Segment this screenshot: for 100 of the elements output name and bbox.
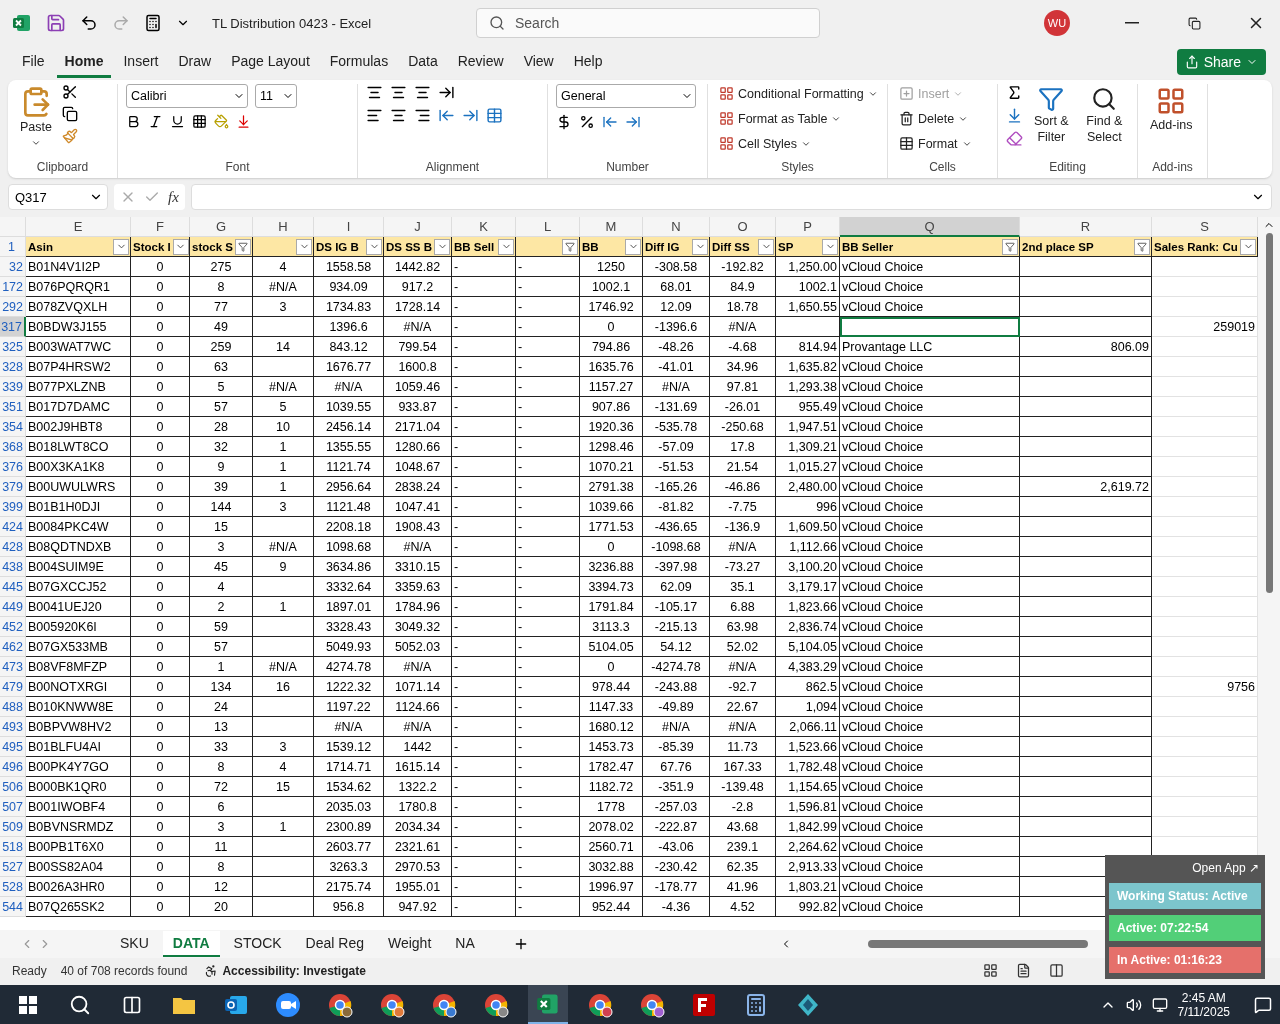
row-header[interactable]: 495 — [0, 737, 26, 757]
insert-function-button[interactable]: fx — [168, 188, 179, 206]
network-icon[interactable] — [1151, 996, 1168, 1013]
ribbon-tab[interactable]: View — [515, 46, 562, 78]
align-left-icon[interactable] — [366, 107, 383, 124]
column-header[interactable]: L — [516, 217, 580, 237]
row-header[interactable]: 351 — [0, 397, 26, 417]
row-header[interactable]: 428 — [0, 537, 26, 557]
open-app-link[interactable]: Open App ↗ — [1190, 859, 1261, 877]
row-header[interactable]: 339 — [0, 377, 26, 397]
sheet-tab[interactable]: NA — [445, 931, 485, 957]
row-header[interactable]: 32 — [0, 257, 26, 277]
video-call-icon[interactable] — [275, 991, 301, 1018]
row-header[interactable]: 452 — [0, 617, 26, 637]
cells-button[interactable]: Delete — [896, 109, 972, 128]
page-layout-icon[interactable] — [1015, 963, 1031, 978]
ftp-app-icon[interactable] — [693, 993, 715, 1016]
search-field[interactable]: Search — [476, 8, 820, 38]
paste-button[interactable]: Paste — [16, 84, 56, 150]
row-header[interactable]: 328 — [0, 357, 26, 377]
ribbon-tab[interactable]: Review — [449, 46, 512, 78]
ribbon-tab[interactable]: File — [14, 46, 53, 78]
align-middle-icon[interactable] — [390, 84, 407, 101]
browser-icon[interactable] — [639, 991, 665, 1018]
column-header[interactable]: M — [580, 217, 643, 237]
row-header[interactable]: 507 — [0, 797, 26, 817]
add-ins-button[interactable]: Add-ins — [1146, 84, 1197, 136]
column-header[interactable]: R — [1020, 217, 1152, 237]
fill-color-icon[interactable] — [214, 114, 229, 129]
accessibility-button[interactable]: Accessibility: Investigate — [201, 961, 369, 980]
underline-icon[interactable] — [170, 114, 185, 129]
notifications-icon[interactable] — [1254, 995, 1272, 1014]
cut-icon[interactable] — [62, 84, 78, 100]
sheet-tab[interactable]: Weight — [377, 931, 442, 957]
formula-field[interactable] — [190, 184, 1272, 210]
scrollbar-thumb[interactable] — [1265, 233, 1273, 593]
ribbon-tab[interactable]: Formulas — [321, 46, 397, 78]
row-header[interactable]: 506 — [0, 777, 26, 797]
row-header[interactable]: 325 — [0, 337, 26, 357]
align-top-icon[interactable] — [366, 84, 383, 101]
calculator-icon[interactable] — [744, 992, 768, 1017]
row-header[interactable]: 527 — [0, 857, 26, 877]
number-format-field[interactable]: General — [556, 84, 696, 108]
column-header[interactable]: I — [314, 217, 384, 237]
row-header[interactable]: 354 — [0, 417, 26, 437]
row-header[interactable]: 462 — [0, 637, 26, 657]
browser-icon[interactable] — [431, 991, 457, 1018]
font-size-field[interactable]: 11 — [255, 84, 297, 108]
ribbon-tab[interactable]: Draw — [170, 46, 220, 78]
row-header[interactable]: 317 — [0, 317, 26, 337]
clock[interactable]: 2:45 AM 7/11/2025 — [1177, 990, 1230, 1019]
row-header[interactable]: 424 — [0, 517, 26, 537]
row-header[interactable]: 438 — [0, 557, 26, 577]
font-name-field[interactable]: Calibri — [126, 84, 248, 108]
bold-icon[interactable] — [126, 114, 141, 129]
ribbon-tab[interactable]: Page Layout — [223, 46, 318, 78]
browser-icon[interactable] — [587, 991, 613, 1018]
row-header[interactable]: 493 — [0, 717, 26, 737]
ribbon-tab[interactable]: Insert — [115, 46, 167, 78]
row-header[interactable]: 376 — [0, 457, 26, 477]
ribbon-tab[interactable]: Data — [400, 46, 446, 78]
align-bottom-icon[interactable] — [414, 84, 431, 101]
undo-icon[interactable] — [80, 14, 98, 32]
copy-icon[interactable] — [62, 106, 78, 122]
row-header[interactable]: 528 — [0, 877, 26, 897]
search-icon[interactable] — [69, 993, 91, 1016]
browser-icon[interactable] — [483, 991, 509, 1018]
column-header[interactable]: F — [131, 217, 190, 237]
column-header[interactable]: E — [26, 217, 131, 237]
row-header[interactable]: 399 — [0, 497, 26, 517]
borders-icon[interactable] — [192, 114, 207, 129]
scrollbar-thumb[interactable] — [868, 940, 1088, 948]
column-header[interactable]: K — [452, 217, 516, 237]
row-header[interactable]: 518 — [0, 837, 26, 857]
column-header[interactable]: Q — [840, 217, 1020, 237]
row-header[interactable]: 1 — [0, 237, 26, 257]
mail-app-icon[interactable] — [224, 993, 248, 1016]
page-break-icon[interactable] — [1048, 963, 1064, 978]
fill-icon[interactable] — [1006, 107, 1023, 124]
percent-icon[interactable] — [579, 114, 595, 130]
row-header[interactable]: 368 — [0, 437, 26, 457]
sheet-tab[interactable]: SKU — [110, 931, 159, 957]
italic-icon[interactable] — [148, 114, 163, 129]
column-header[interactable]: O — [710, 217, 776, 237]
editing-button[interactable]: Sort & Filter — [1029, 84, 1074, 148]
format-painter-icon[interactable] — [62, 128, 78, 144]
row-header[interactable]: 496 — [0, 757, 26, 777]
styles-button[interactable]: Format as Table — [716, 109, 845, 128]
merge-icon[interactable] — [486, 107, 503, 124]
row-header[interactable]: 488 — [0, 697, 26, 717]
name-box[interactable]: Q317 — [8, 184, 108, 210]
column-header[interactable]: J — [384, 217, 452, 237]
column-header[interactable]: G — [190, 217, 253, 237]
browser-icon[interactable] — [327, 991, 353, 1018]
normal-view-icon[interactable] — [982, 963, 998, 978]
column-header[interactable]: H — [253, 217, 314, 237]
filter-button[interactable] — [1002, 238, 1018, 255]
decrease-indent-icon[interactable] — [438, 107, 455, 124]
ribbon-tab[interactable]: Home — [56, 46, 112, 78]
ribbon-tab[interactable]: Help — [565, 46, 611, 78]
